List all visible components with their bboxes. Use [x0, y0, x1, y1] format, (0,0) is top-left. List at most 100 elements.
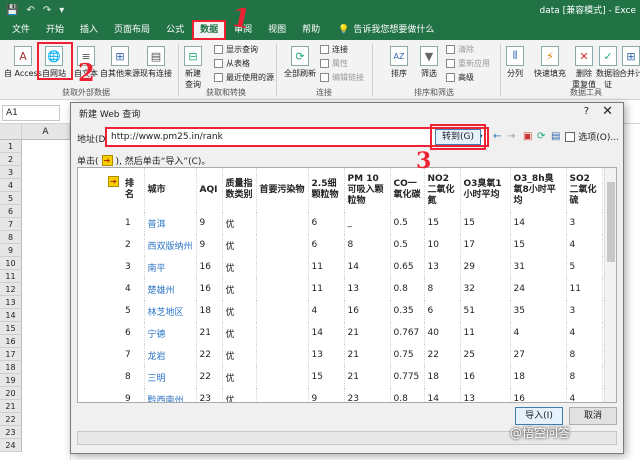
city-link[interactable]: 林芝地区	[144, 300, 197, 322]
row-header[interactable]: 21	[0, 400, 22, 413]
select-table-arrow-icon: ➔	[101, 155, 113, 166]
table-cell: 9	[196, 234, 223, 256]
properties-button[interactable]: 属性	[320, 58, 348, 69]
row-header[interactable]: 12	[0, 283, 22, 296]
table-cell: 0.5	[390, 234, 425, 256]
text-to-columns-button[interactable]: ⫴ 分列	[506, 46, 524, 79]
show-queries-button[interactable]: 显示查询	[214, 44, 258, 55]
flash-fill-button[interactable]: ⚡ 快速填充	[534, 46, 566, 79]
new-web-query-dialog: 新建 Web 查询 ? ✕ 地址(D): http://www.pm25.in/…	[70, 102, 624, 454]
table-header-cell: 质量指数类别	[222, 168, 257, 212]
tab-help[interactable]: 帮助	[294, 20, 328, 40]
tab-file[interactable]: 文件	[4, 20, 38, 40]
existing-connections-button[interactable]: ▤ 现有连接	[140, 46, 172, 79]
name-box[interactable]: A1	[2, 105, 60, 121]
row-header[interactable]: 24	[0, 439, 22, 452]
row-header[interactable]: 16	[0, 335, 22, 348]
column-header-a[interactable]: A	[22, 124, 70, 140]
stop-icon[interactable]: ▣	[523, 131, 532, 142]
from-other-button[interactable]: ⊞ 自其他来源	[100, 46, 140, 79]
row-header[interactable]: 18	[0, 361, 22, 374]
city-link[interactable]: 楚雄州	[144, 278, 197, 300]
city-link[interactable]: 西双版纳州	[144, 234, 197, 256]
vertical-scrollbar[interactable]	[604, 168, 616, 402]
flash-fill-icon: ⚡	[541, 46, 559, 66]
table-cell: _	[344, 212, 391, 234]
options-button[interactable]: 选项(O)...	[565, 130, 619, 143]
group-label-connections: 连接	[316, 88, 332, 97]
row-header[interactable]: 5	[0, 192, 22, 205]
help-icon[interactable]: ?	[584, 106, 589, 117]
table-cell: 5	[566, 256, 603, 278]
scrollbar-thumb[interactable]	[607, 182, 615, 262]
customize-icon[interactable]: ▾	[59, 5, 64, 16]
from-table-button[interactable]: 从表格	[214, 58, 250, 69]
back-arrow-icon[interactable]: ←	[493, 131, 501, 142]
cancel-button[interactable]: 取消	[569, 407, 617, 425]
annotation-mark-2: 2	[78, 58, 95, 87]
save-icon[interactable]: 💾	[6, 5, 18, 16]
row-header[interactable]: 4	[0, 179, 22, 192]
row-header[interactable]: 10	[0, 257, 22, 270]
row-header[interactable]: 7	[0, 218, 22, 231]
city-link[interactable]: 三明	[144, 366, 197, 388]
undo-icon[interactable]: ↶	[26, 5, 34, 16]
advanced-filter-button[interactable]: 高级	[446, 72, 474, 83]
consolidate-button[interactable]: ⊞ 合并计	[619, 46, 640, 79]
go-button[interactable]: 转到(G)	[435, 129, 481, 145]
recent-sources-button[interactable]: 最近使用的源	[214, 72, 274, 83]
remove-duplicates-button[interactable]: ✕ 删除 重复值	[572, 46, 596, 90]
row-header[interactable]: 22	[0, 413, 22, 426]
tab-view[interactable]: 视图	[260, 20, 294, 40]
city-link[interactable]: 普洱	[144, 212, 197, 234]
row-header[interactable]: 1	[0, 140, 22, 153]
select-table-arrow-icon[interactable]: ➔	[108, 176, 119, 187]
other-sources-icon: ⊞	[111, 46, 129, 66]
row-header[interactable]: 20	[0, 387, 22, 400]
row-header[interactable]: 13	[0, 296, 22, 309]
forward-arrow-icon[interactable]: →	[507, 131, 515, 142]
new-query-button[interactable]: ⊟ 新建 查询	[184, 46, 202, 90]
tab-home[interactable]: 开始	[38, 20, 72, 40]
row-header[interactable]: 17	[0, 348, 22, 361]
edit-links-button[interactable]: 编辑链接	[320, 72, 364, 83]
redo-icon[interactable]: ↷	[43, 5, 51, 16]
clear-filter-button[interactable]: 清除	[446, 44, 474, 55]
row-header[interactable]: 19	[0, 374, 22, 387]
row-header[interactable]: 15	[0, 322, 22, 335]
connections-button[interactable]: 连接	[320, 44, 348, 55]
row-header[interactable]: 6	[0, 205, 22, 218]
data-validation-button[interactable]: ✓ 数据验 证	[596, 46, 620, 90]
import-button[interactable]: 导入(I)	[515, 407, 563, 425]
row-header[interactable]: 9	[0, 244, 22, 257]
row-header[interactable]: 14	[0, 309, 22, 322]
tab-formulas[interactable]: 公式	[158, 20, 192, 40]
table-cell: 0.8	[390, 278, 425, 300]
row-header[interactable]: 3	[0, 166, 22, 179]
sort-button[interactable]: AZ 排序	[390, 46, 408, 79]
city-link[interactable]: 宁德	[144, 322, 197, 344]
tab-page-layout[interactable]: 页面布局	[106, 20, 158, 40]
consolidate-label: 合并计	[619, 69, 640, 78]
table-cell: 21	[344, 322, 391, 344]
web-preview-pane[interactable]: ➔ 排名 城市 AQI 质量指数类别 首要污染物 2.5细颗粒物 PM 10可吸入颗粒物 CO…	[77, 167, 617, 403]
row-header[interactable]: 8	[0, 231, 22, 244]
refresh-icon[interactable]: ⟳	[537, 131, 545, 142]
table-cell: 0.75	[390, 344, 425, 366]
city-link[interactable]: 龙岩	[144, 344, 197, 366]
city-link[interactable]: 南平	[144, 256, 197, 278]
tell-me-search[interactable]: 💡 告诉我您想要做什么	[328, 20, 434, 40]
row-header[interactable]: 11	[0, 270, 22, 283]
select-all-corner[interactable]	[0, 124, 22, 140]
tab-data[interactable]: 数据	[192, 20, 227, 40]
row-header[interactable]: 2	[0, 153, 22, 166]
city-link[interactable]: 黔西南州	[144, 388, 197, 402]
close-icon[interactable]: ✕	[602, 104, 613, 119]
hide-icons-icon[interactable]: ▤	[551, 131, 560, 142]
row-header[interactable]: 23	[0, 426, 22, 439]
filter-button[interactable]: ▼ 筛选	[420, 46, 438, 79]
reapply-button[interactable]: 重新应用	[446, 58, 490, 69]
tab-insert[interactable]: 插入	[72, 20, 106, 40]
edit-links-label: 编辑链接	[332, 73, 364, 82]
refresh-all-button[interactable]: ⟳ 全部刷新	[284, 46, 316, 79]
